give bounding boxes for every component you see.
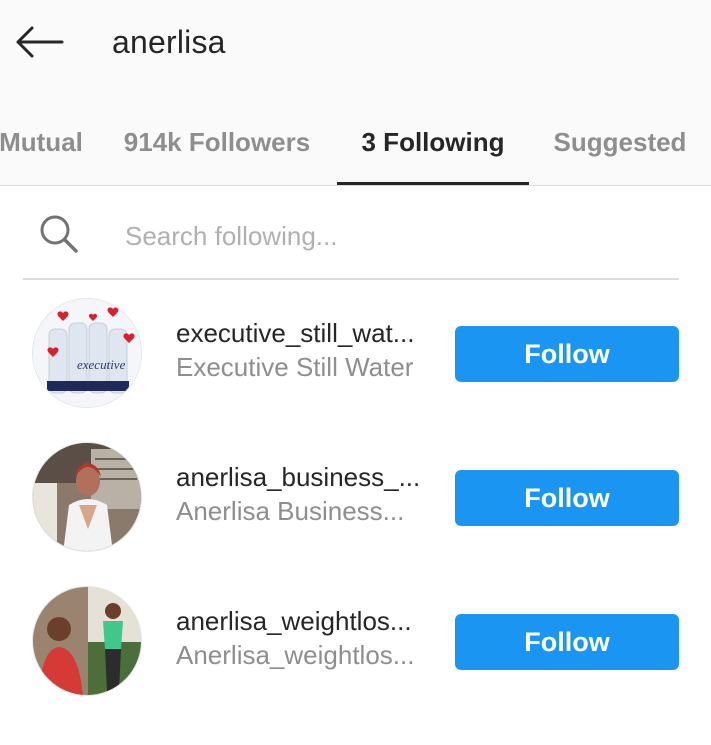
- tab-mutual[interactable]: Mutual: [0, 100, 96, 184]
- list-item[interactable]: executive executive_still_wat... Executi…: [0, 298, 711, 442]
- username: executive_still_wat...: [176, 318, 415, 348]
- user-names[interactable]: anerlisa_weightlos... Anerlisa_weightlos…: [176, 604, 438, 672]
- user-names[interactable]: executive_still_wat... Executive Still W…: [176, 316, 438, 384]
- search-bar: [23, 200, 679, 280]
- search-input[interactable]: [125, 214, 645, 258]
- username: anerlisa_weightlos...: [176, 606, 412, 636]
- list-item[interactable]: anerlisa_business_... Anerlisa Business.…: [0, 442, 711, 586]
- tab-followers[interactable]: 914k Followers: [104, 100, 330, 184]
- active-tab-indicator: [337, 182, 529, 185]
- user-names[interactable]: anerlisa_business_... Anerlisa Business.…: [176, 460, 438, 528]
- tab-suggested[interactable]: Suggested: [540, 100, 700, 184]
- follow-button[interactable]: Follow: [455, 614, 679, 670]
- username: anerlisa_business_...: [176, 462, 421, 492]
- search-icon: [40, 215, 78, 253]
- full-name: Anerlisa Business...: [176, 496, 405, 526]
- full-name: Anerlisa_weightlos...: [176, 640, 415, 670]
- avatar[interactable]: [32, 442, 142, 552]
- svg-text:executive: executive: [77, 357, 126, 372]
- tab-following[interactable]: 3 Following: [337, 100, 529, 184]
- avatar[interactable]: [32, 586, 142, 696]
- back-button[interactable]: [12, 20, 66, 64]
- tab-bar: Mutual 914k Followers 3 Following Sugges…: [0, 100, 711, 186]
- top-bar: anerlisa Mutual 914k Followers 3 Followi…: [0, 0, 711, 186]
- full-name: Executive Still Water: [176, 352, 414, 382]
- avatar[interactable]: executive: [32, 298, 142, 408]
- page-title: anerlisa: [112, 24, 226, 60]
- list-item[interactable]: anerlisa_weightlos... Anerlisa_weightlos…: [0, 586, 711, 730]
- follow-button[interactable]: Follow: [455, 470, 679, 526]
- arrow-left-icon: [16, 26, 64, 58]
- follow-button[interactable]: Follow: [455, 326, 679, 382]
